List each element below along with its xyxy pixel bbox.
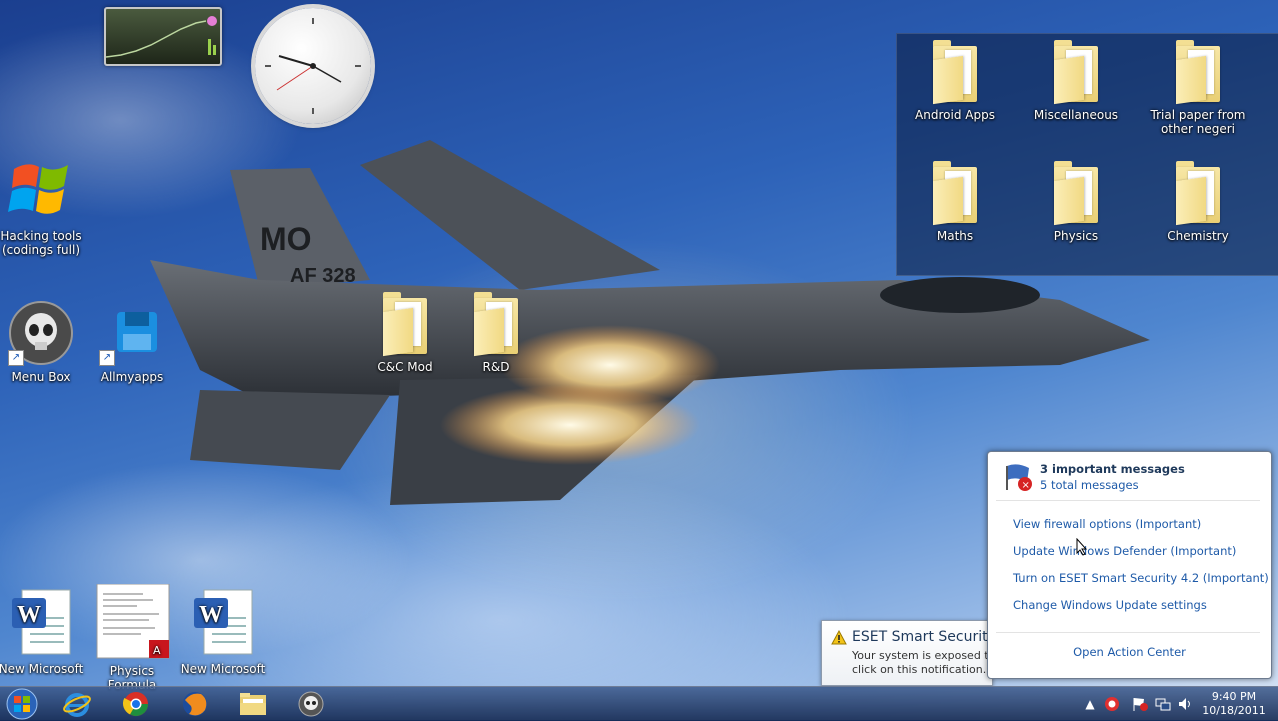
desktop-icon-label: R&D: [482, 360, 510, 374]
desktop-icon-allmyapps[interactable]: ↗ Allmyapps: [89, 300, 175, 384]
link-turn-on-eset[interactable]: Turn on ESET Smart Security 4.2 (Importa…: [1013, 571, 1269, 585]
desktop-icon-menu-box[interactable]: ↗ Menu Box: [0, 300, 84, 384]
link-change-windows-update[interactable]: Change Windows Update settings: [1013, 598, 1207, 612]
folder-icon: [1176, 40, 1220, 105]
popup-subtitle[interactable]: 5 total messages: [1040, 478, 1139, 492]
word-document-icon: W: [8, 588, 74, 658]
taskbar-firefox[interactable]: [170, 689, 220, 719]
firefox-icon: [183, 692, 207, 716]
toast-title: ESET Smart Security: [852, 629, 996, 645]
toast-message: Your system is exposed to r click on thi…: [852, 649, 988, 677]
fence-item-miscellaneous[interactable]: Miscellaneous: [1033, 40, 1119, 122]
windows-orb-icon: [6, 688, 38, 720]
popup-title: 3 important messages: [1040, 462, 1185, 476]
desktop-icon-rd[interactable]: R&D: [453, 292, 539, 374]
svg-text:W: W: [17, 602, 41, 628]
fence-item-physics[interactable]: Physics: [1033, 161, 1119, 243]
volume-icon[interactable]: [1177, 696, 1193, 712]
popup-divider: [996, 632, 1260, 633]
fence-item-maths[interactable]: Maths: [912, 161, 998, 243]
link-view-firewall-options[interactable]: View firewall options (Important): [1013, 517, 1201, 531]
fence-item-label: Trial paper from other negeri: [1150, 108, 1246, 136]
fence-item-label: Miscellaneous: [1033, 108, 1119, 122]
svg-text:A: A: [153, 644, 161, 657]
folder-icon: [1054, 40, 1098, 105]
start-button[interactable]: [2, 687, 42, 721]
taskbar-clock[interactable]: 9:40 PM 10/18/2011: [1196, 690, 1272, 718]
word-document-icon: W: [190, 588, 256, 658]
desktop-icon-cc-mod[interactable]: C&C Mod: [362, 292, 448, 374]
show-hidden-icons-chevron[interactable]: ▲: [1082, 696, 1098, 712]
meter-graph: [106, 16, 217, 58]
pdf-document-icon: A: [93, 583, 171, 660]
fence-item-label: Maths: [936, 229, 974, 243]
network-icon[interactable]: [1155, 696, 1171, 712]
taskbar-menu-box[interactable]: [286, 689, 336, 719]
taskbar-chrome[interactable]: [111, 689, 161, 719]
taskbar-internet-explorer[interactable]: [52, 689, 102, 719]
toast-message-line-2: click on this notification.: [852, 663, 987, 676]
eset-tray-icon[interactable]: [1104, 696, 1120, 712]
mouse-cursor-icon: [1076, 538, 1088, 556]
fence-item-android-apps[interactable]: Android Apps: [912, 40, 998, 122]
folder-icon: [474, 292, 518, 357]
desktop-fence: Android Apps Miscellaneous Trial paper f…: [896, 33, 1278, 276]
windows-logo-icon: [6, 155, 76, 225]
warning-icon: [831, 629, 847, 649]
svg-text:W: W: [199, 602, 223, 628]
desktop-icon-physics-formula[interactable]: A Physics Formula: [89, 583, 175, 692]
clock-date: 10/18/2011: [1202, 704, 1266, 717]
folder-icon: [1176, 161, 1220, 226]
taskbar-windows-explorer[interactable]: [228, 689, 278, 719]
folder-icon: [383, 292, 427, 357]
svg-text:×: ×: [1022, 480, 1030, 491]
link-update-windows-defender[interactable]: Update Windows Defender (Important): [1013, 544, 1236, 558]
clock-time: 9:40 PM: [1211, 690, 1257, 703]
jet-tail-code: MO: [260, 221, 312, 257]
eset-notification-toast[interactable]: ESET Smart Security Your system is expos…: [821, 620, 996, 686]
toast-message-line-1: Your system is exposed to r: [852, 649, 988, 662]
internet-explorer-icon: [63, 693, 91, 717]
desktop-icon-hacking-tools[interactable]: Hacking tools (codings full): [0, 155, 84, 257]
desktop-icon-label: C&C Mod: [377, 360, 433, 374]
clock-face: [265, 18, 361, 114]
skull-icon: [298, 691, 324, 717]
folder-icon: [1054, 161, 1098, 226]
folder-explorer-icon: [240, 693, 266, 715]
folder-icon: [933, 40, 977, 105]
desktop-icon-label: New Microsoft: [180, 662, 266, 676]
shortcut-arrow-icon: ↗: [99, 350, 115, 366]
fence-item-label: Android Apps: [915, 108, 995, 122]
desktop-icon-word-doc-2[interactable]: W New Microsoft: [180, 588, 266, 676]
cpu-meter-gadget[interactable]: [104, 7, 222, 66]
action-center-flag-tray-icon[interactable]: [1132, 696, 1148, 712]
clock-gadget[interactable]: [255, 8, 371, 124]
open-action-center-link[interactable]: Open Action Center: [988, 645, 1271, 659]
desktop-icon-label: Menu Box: [11, 370, 71, 384]
action-center-flag-icon: ×: [1003, 462, 1035, 495]
desktop-icon-label: Allmyapps: [100, 370, 164, 384]
skull-icon: ↗: [8, 300, 74, 366]
fence-item-label: Physics: [1053, 229, 1099, 243]
taskbar: ▲ 9:40 PM 10/18/2011: [0, 686, 1278, 721]
chrome-icon: [122, 692, 148, 717]
folder-icon: [933, 161, 977, 226]
desktop-icon-word-doc-1[interactable]: W New Microsoft: [0, 588, 84, 676]
shortcut-arrow-icon: ↗: [8, 350, 24, 366]
fence-item-label: Chemistry: [1167, 229, 1229, 243]
fence-item-trial-paper[interactable]: Trial paper from other negeri: [1149, 40, 1247, 136]
floppy-disk-icon: ↗: [99, 300, 165, 366]
action-center-popup: × 3 important messages 5 total messages …: [987, 451, 1272, 679]
desktop-icon-label: New Microsoft: [0, 662, 84, 676]
jet-serial: AF 328: [290, 265, 356, 287]
desktop-icon-label: Hacking tools (codings full): [0, 229, 82, 257]
fence-item-chemistry[interactable]: Chemistry: [1155, 161, 1241, 243]
